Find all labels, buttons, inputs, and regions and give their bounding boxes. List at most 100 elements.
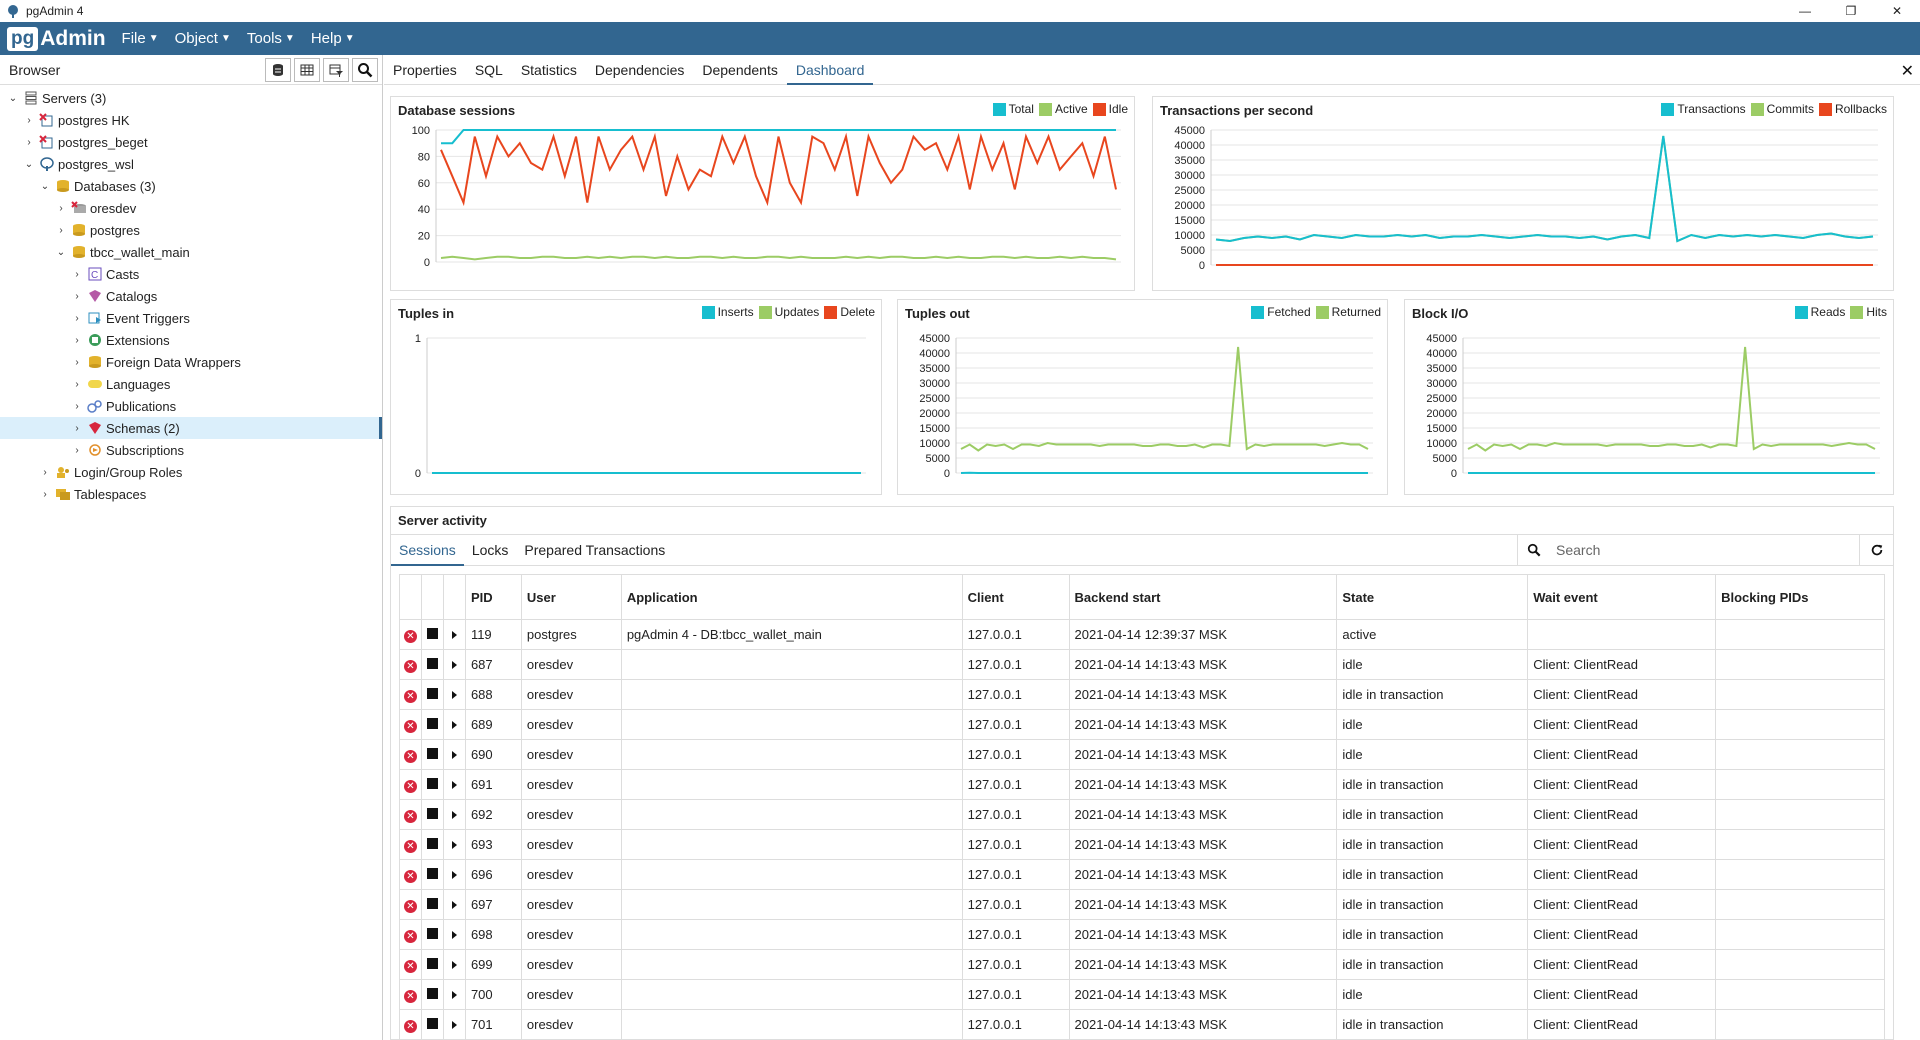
chevron-right-icon[interactable]: › — [71, 269, 83, 280]
tree-node[interactable]: ⌄ postgres_wsl — [0, 153, 382, 175]
stop-query-icon[interactable] — [426, 658, 438, 669]
subtab-sessions[interactable]: Sessions — [391, 535, 464, 566]
close-window-button[interactable]: ✕ — [1874, 0, 1920, 22]
chevron-down-icon[interactable]: ⌄ — [39, 181, 51, 192]
tree-node[interactable]: › Login/Group Roles — [0, 461, 382, 483]
chevron-right-icon[interactable]: › — [55, 203, 67, 214]
expand-row-icon[interactable] — [451, 991, 457, 999]
search-objects-button[interactable] — [352, 58, 378, 82]
column-header[interactable]: Backend start — [1068, 574, 1338, 620]
subtab-prepared-transactions[interactable]: Prepared Transactions — [516, 535, 673, 566]
view-data-button[interactable] — [294, 58, 320, 82]
tree-node[interactable]: › postgres_beget — [0, 131, 382, 153]
column-header[interactable]: Blocking PIDs — [1715, 574, 1885, 620]
tree-node[interactable]: › Schemas (2) — [0, 417, 382, 439]
tab-statistics[interactable]: Statistics — [512, 55, 586, 85]
tab-dashboard[interactable]: Dashboard — [786, 55, 874, 85]
stop-query-icon[interactable] — [426, 1018, 438, 1029]
expand-row-icon[interactable] — [451, 631, 457, 639]
stop-query-icon[interactable] — [426, 898, 438, 909]
tree-node[interactable]: › Languages — [0, 373, 382, 395]
terminate-session-icon[interactable]: ✕ — [403, 779, 417, 793]
terminate-session-icon[interactable]: ✕ — [403, 839, 417, 853]
menu-object[interactable]: Object ▼ — [175, 30, 231, 47]
terminate-session-icon[interactable]: ✕ — [403, 899, 417, 913]
stop-query-icon[interactable] — [426, 988, 438, 999]
chevron-right-icon[interactable]: › — [23, 137, 35, 148]
stop-query-icon[interactable] — [426, 868, 438, 879]
stop-query-icon[interactable] — [426, 928, 438, 939]
stop-query-icon[interactable] — [426, 688, 438, 699]
tab-dependents[interactable]: Dependents — [693, 55, 787, 85]
tree-node[interactable]: › Tablespaces — [0, 483, 382, 505]
stop-query-icon[interactable] — [426, 718, 438, 729]
tab-dependencies[interactable]: Dependencies — [586, 55, 694, 85]
chevron-down-icon[interactable]: ⌄ — [23, 159, 35, 170]
chevron-right-icon[interactable]: › — [71, 291, 83, 302]
tree-node[interactable]: ⌄ tbcc_wallet_main — [0, 241, 382, 263]
restore-button[interactable]: ❐ — [1828, 0, 1874, 22]
chevron-down-icon[interactable]: ⌄ — [7, 93, 19, 104]
tab-sql[interactable]: SQL — [466, 55, 512, 85]
tree-node[interactable]: › Foreign Data Wrappers — [0, 351, 382, 373]
tree-node[interactable]: ⌄ Databases (3) — [0, 175, 382, 197]
terminate-session-icon[interactable]: ✕ — [403, 869, 417, 883]
terminate-session-icon[interactable]: ✕ — [403, 929, 417, 943]
activity-search[interactable]: Search — [1517, 535, 1859, 565]
expand-row-icon[interactable] — [451, 811, 457, 819]
column-header[interactable]: Wait event — [1527, 574, 1717, 620]
chevron-right-icon[interactable]: › — [71, 313, 83, 324]
menu-help[interactable]: Help ▼ — [311, 30, 355, 47]
tree-node[interactable]: › Extensions — [0, 329, 382, 351]
expand-row-icon[interactable] — [451, 961, 457, 969]
stop-query-icon[interactable] — [426, 748, 438, 759]
column-header[interactable]: Application — [620, 574, 963, 620]
chevron-right-icon[interactable]: › — [71, 445, 83, 456]
tree-node[interactable]: › postgres — [0, 219, 382, 241]
tree-node[interactable]: › Catalogs — [0, 285, 382, 307]
tree-node[interactable]: › Subscriptions — [0, 439, 382, 461]
terminate-session-icon[interactable]: ✕ — [403, 719, 417, 733]
query-tool-button[interactable] — [265, 58, 291, 82]
column-header[interactable]: State — [1336, 574, 1529, 620]
tree-node[interactable]: › postgres HK — [0, 109, 382, 131]
tree-node[interactable]: › Publications — [0, 395, 382, 417]
stop-query-icon[interactable] — [426, 628, 438, 639]
chevron-right-icon[interactable]: › — [39, 489, 51, 500]
subtab-locks[interactable]: Locks — [464, 535, 517, 566]
terminate-session-icon[interactable]: ✕ — [403, 989, 417, 1003]
chevron-right-icon[interactable]: › — [71, 379, 83, 390]
menu-tools[interactable]: Tools ▼ — [247, 30, 295, 47]
stop-query-icon[interactable] — [426, 808, 438, 819]
refresh-button[interactable] — [1859, 535, 1893, 565]
terminate-session-icon[interactable]: ✕ — [403, 1019, 417, 1033]
expand-row-icon[interactable] — [451, 1021, 457, 1029]
chevron-right-icon[interactable]: › — [55, 225, 67, 236]
terminate-session-icon[interactable]: ✕ — [403, 749, 417, 763]
expand-row-icon[interactable] — [451, 691, 457, 699]
tree-node[interactable]: › oresdev — [0, 197, 382, 219]
search-input[interactable]: Search — [1556, 542, 1600, 558]
expand-row-icon[interactable] — [451, 841, 457, 849]
chevron-down-icon[interactable]: ⌄ — [55, 247, 67, 258]
chevron-right-icon[interactable]: › — [39, 467, 51, 478]
expand-row-icon[interactable] — [451, 751, 457, 759]
stop-query-icon[interactable] — [426, 838, 438, 849]
expand-row-icon[interactable] — [451, 721, 457, 729]
chevron-right-icon[interactable]: › — [71, 335, 83, 346]
expand-row-icon[interactable] — [451, 901, 457, 909]
expand-row-icon[interactable] — [451, 661, 457, 669]
terminate-session-icon[interactable]: ✕ — [403, 629, 417, 643]
tab-properties[interactable]: Properties — [384, 55, 466, 85]
stop-query-icon[interactable] — [426, 958, 438, 969]
expand-row-icon[interactable] — [451, 931, 457, 939]
stop-query-icon[interactable] — [426, 778, 438, 789]
terminate-session-icon[interactable]: ✕ — [403, 659, 417, 673]
menu-file[interactable]: File ▼ — [122, 30, 159, 47]
close-icon[interactable]: ✕ — [1901, 61, 1914, 81]
tree-node[interactable]: ⌄ Servers (3) — [0, 87, 382, 109]
column-header[interactable]: User — [520, 574, 622, 620]
column-header[interactable]: Client — [961, 574, 1070, 620]
column-header[interactable]: PID — [464, 574, 522, 620]
terminate-session-icon[interactable]: ✕ — [403, 809, 417, 823]
